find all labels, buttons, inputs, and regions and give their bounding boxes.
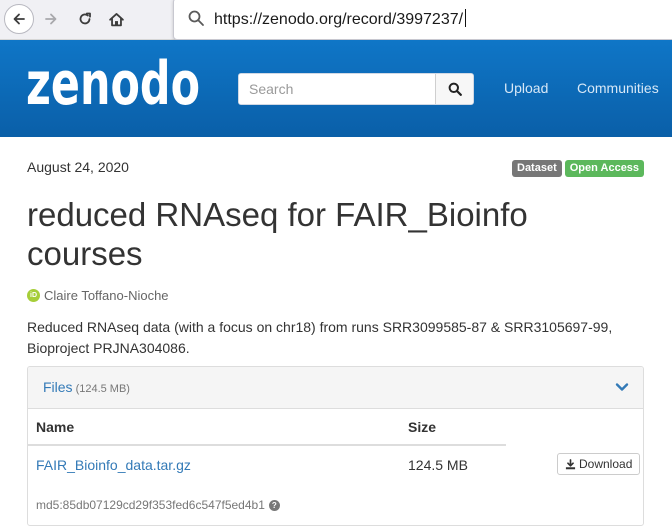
- zenodo-logo[interactable]: zenodo: [26, 54, 202, 116]
- search-icon: [448, 82, 462, 96]
- files-total-size: (124.5 MB): [75, 383, 130, 395]
- chevron-down-icon[interactable]: [615, 380, 629, 394]
- reload-icon: [79, 12, 91, 25]
- search-box: [238, 73, 474, 105]
- md5-value: md5:85db07129cd29f353fed6c547f5ed4b1: [36, 498, 265, 512]
- search-button[interactable]: [435, 74, 473, 104]
- table-header-divider: [28, 444, 506, 446]
- arrow-left-icon: [13, 13, 25, 25]
- resource-type-badge[interactable]: Dataset: [512, 160, 562, 177]
- svg-text:zenodo: zenodo: [26, 54, 200, 116]
- home-icon: [108, 12, 124, 26]
- file-name-link[interactable]: FAIR_Bioinfo_data.tar.gz: [36, 457, 191, 473]
- browser-toolbar: https://zenodo.org/record/3997237/: [0, 0, 672, 40]
- question-circle-icon[interactable]: ?: [268, 499, 280, 511]
- nav-communities-link[interactable]: Communities: [577, 80, 659, 96]
- orcid-icon[interactable]: iD: [27, 289, 40, 302]
- author: iD Claire Toffano-Nioche: [27, 288, 169, 303]
- access-right-badge: Open Access: [564, 160, 645, 177]
- back-button[interactable]: [4, 4, 34, 34]
- download-icon: [565, 458, 576, 469]
- url-text[interactable]: https://zenodo.org/record/3997237/: [214, 9, 467, 29]
- forward-button[interactable]: [36, 4, 66, 34]
- home-button[interactable]: [101, 4, 131, 34]
- files-heading-label: Files: [43, 379, 73, 395]
- download-label: Download: [579, 457, 633, 471]
- files-panel: Files (124.5 MB) Name Size FAIR_Bioinfo_d…: [27, 366, 644, 526]
- nav-upload-link[interactable]: Upload: [504, 80, 548, 96]
- record-description: Reduced RNAseq data (with a focus on chr…: [27, 319, 613, 356]
- text-caret: [465, 9, 467, 27]
- url-bar[interactable]: https://zenodo.org/record/3997237/: [173, 0, 672, 40]
- file-checksum: md5:85db07129cd29f353fed6c547f5ed4b1 ?: [36, 498, 280, 512]
- arrow-right-icon: [45, 13, 57, 25]
- search-input[interactable]: [239, 74, 436, 104]
- reload-button[interactable]: [70, 4, 100, 34]
- column-header-size: Size: [408, 419, 437, 435]
- record-title: reduced RNAseq for FAIR_Bioinfo courses: [27, 196, 528, 272]
- site-header: zenodo Upload Communities: [0, 40, 672, 137]
- files-panel-heading[interactable]: Files (124.5 MB): [28, 367, 643, 409]
- search-icon: [188, 10, 204, 26]
- files-heading-title[interactable]: Files (124.5 MB): [43, 379, 130, 395]
- column-header-name: Name: [36, 419, 75, 435]
- publication-date: August 24, 2020: [27, 159, 129, 175]
- author-name: Claire Toffano-Nioche: [44, 288, 169, 303]
- record-badges: Dataset Open Access: [512, 160, 645, 177]
- file-size: 124.5 MB: [408, 457, 468, 473]
- download-button[interactable]: Download: [557, 453, 641, 475]
